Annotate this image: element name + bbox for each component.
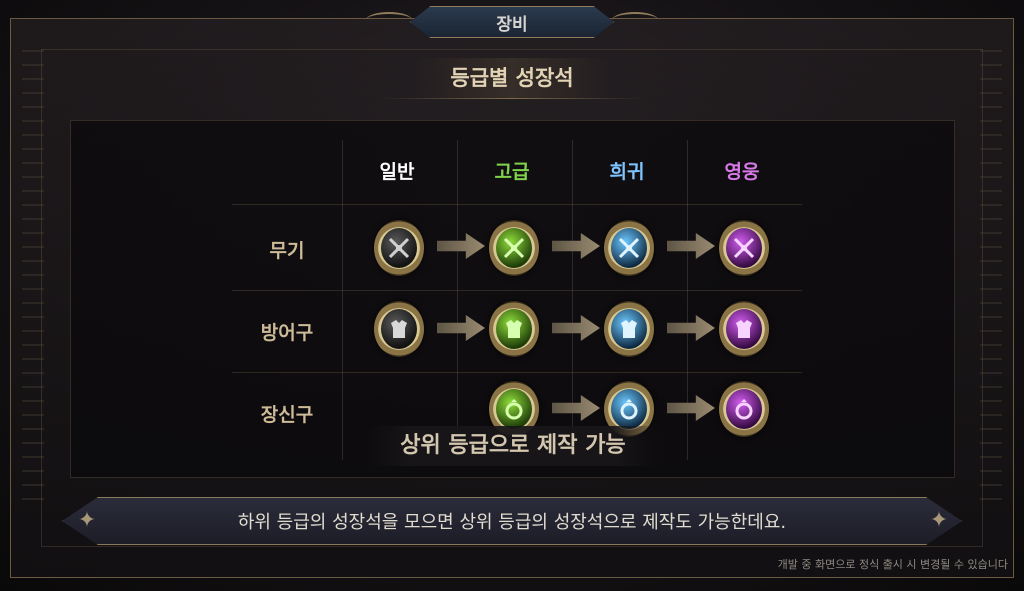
tab-equipment[interactable]: 장비	[410, 6, 614, 38]
section-title: 등급별 성장석	[412, 58, 612, 98]
armor-icon	[506, 320, 522, 338]
weapon-stone-hero[interactable]	[719, 220, 769, 276]
star-ornament-icon: ✦	[77, 508, 97, 533]
dev-disclaimer: 개발 중 화면으로 정식 출시 시 변경될 수 있습니다	[777, 558, 1008, 571]
armor-stone-high[interactable]	[489, 301, 539, 357]
row-header-accessory: 장신구	[260, 404, 314, 426]
star-ornament-icon: ✦	[929, 508, 949, 533]
right-ornament	[980, 50, 1002, 510]
accessory-stone-hero[interactable]	[719, 381, 769, 437]
grid-divider	[232, 290, 802, 291]
weapon-icon	[733, 237, 755, 259]
column-header-rare: 희귀	[609, 161, 645, 183]
row-header-weapon: 무기	[269, 240, 305, 262]
grid-divider	[342, 140, 343, 460]
armor-stone-rare[interactable]	[604, 301, 654, 357]
ring-icon	[505, 399, 523, 420]
armor-stone-hero[interactable]	[719, 301, 769, 357]
left-ornament	[22, 50, 44, 510]
ring-icon	[735, 399, 753, 420]
grid-divider	[232, 204, 802, 205]
column-header-hero: 영웅	[724, 161, 760, 183]
caption-banner: 하위 등급의 성장석을 모으면 상위 등급의 성장석으로 제작도 가능한데요.	[62, 497, 962, 545]
grid-divider	[232, 372, 802, 373]
armor-icon	[736, 320, 752, 338]
title-divider	[380, 98, 644, 99]
weapon-stone-rare[interactable]	[604, 220, 654, 276]
weapon-icon	[503, 237, 525, 259]
craft-upgrade-note: 상위 등급으로 제작 가능	[368, 426, 658, 466]
weapon-icon	[388, 237, 410, 259]
ring-icon	[620, 399, 638, 420]
row-header-armor: 방어구	[260, 322, 314, 344]
weapon-stone-high[interactable]	[489, 220, 539, 276]
tab-ornament-left	[366, 12, 412, 28]
armor-stone-normal[interactable]	[374, 301, 424, 357]
column-header-normal: 일반	[379, 161, 415, 183]
weapon-icon	[618, 237, 640, 259]
weapon-stone-normal[interactable]	[374, 220, 424, 276]
grid-divider	[457, 140, 458, 460]
armor-icon	[391, 320, 407, 338]
tab-ornament-right	[612, 12, 658, 28]
column-header-high: 고급	[494, 161, 530, 183]
armor-icon	[621, 320, 637, 338]
